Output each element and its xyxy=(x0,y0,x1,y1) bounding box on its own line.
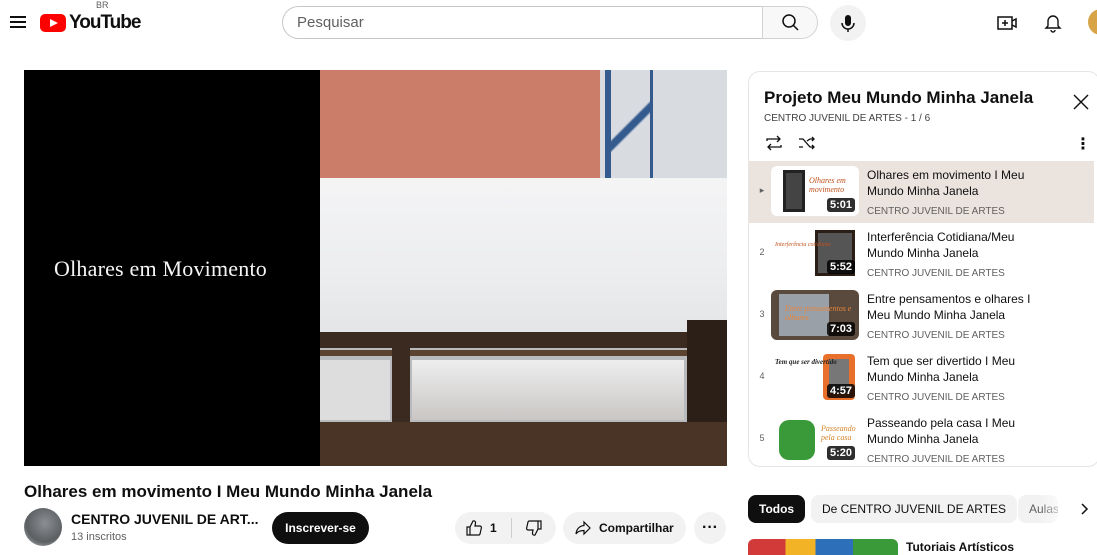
youtube-play-icon xyxy=(40,14,66,32)
thumbs-down-icon xyxy=(525,520,542,536)
loop-icon xyxy=(766,135,782,151)
logo-text: YouTube xyxy=(69,12,141,33)
more-actions-button[interactable]: ··· xyxy=(694,512,726,544)
thumbnail-text: Tem que ser divertido xyxy=(775,358,837,366)
country-code: BR xyxy=(96,0,109,10)
chips-next-button[interactable] xyxy=(1074,498,1094,520)
close-playlist-button[interactable] xyxy=(1071,92,1091,112)
search-button[interactable] xyxy=(762,6,818,39)
playlist-title[interactable]: Projeto Meu Mundo Minha Janela xyxy=(764,88,1033,108)
hamburger-menu-icon[interactable] xyxy=(8,10,30,32)
chip-from-channel[interactable]: De CENTRO JUVENIL DE ARTES xyxy=(811,495,1018,523)
chevron-right-icon xyxy=(1081,503,1089,515)
thumbnail-text: Entre pensamentos e olhares xyxy=(785,304,852,322)
youtube-logo[interactable]: YouTube xyxy=(40,12,141,34)
thumbnail-text: Olhares em movimento xyxy=(809,176,846,194)
playlist-item-channel: CENTRO JUVENIL DE ARTES xyxy=(867,206,1005,217)
video-title: Olhares em movimento I Meu Mundo Minha J… xyxy=(24,482,433,501)
duration-badge: 5:20 xyxy=(826,446,855,460)
playlist-panel: Projeto Meu Mundo Minha Janela CENTRO JU… xyxy=(748,71,1097,467)
playlist-item-channel: CENTRO JUVENIL DE ARTES xyxy=(867,454,1005,465)
duration-badge: 5:52 xyxy=(826,260,855,274)
channel-name[interactable]: CENTRO JUVENIL DE ART... xyxy=(71,511,258,527)
playlist-menu-icon[interactable]: ⋮ xyxy=(1075,134,1091,154)
playlist-thumbnail: Entre pensamentos e olhares 7:03 xyxy=(771,290,859,340)
recommendation-thumbnail[interactable] xyxy=(748,539,898,555)
shuffle-icon xyxy=(799,136,815,150)
video-player[interactable]: Olhares em Movimento xyxy=(24,70,727,466)
playlist-item-title: Olhares em movimento I Meu Mundo Minha J… xyxy=(867,168,1025,198)
microphone-icon xyxy=(841,15,855,32)
playlist-item[interactable]: ▸ Olhares em movimento 5:01 Olhares em m… xyxy=(749,161,1094,223)
playlist-item-channel: CENTRO JUVENIL DE ARTES xyxy=(867,330,1005,341)
playlist-item-title: Passeando pela casa I Meu Mundo Minha Ja… xyxy=(867,416,1016,446)
search-placeholder: Pesquisar xyxy=(297,14,364,31)
duration-badge: 5:01 xyxy=(826,198,855,212)
duration-badge: 7:03 xyxy=(826,322,855,336)
playlist-thumbnail: Interferência cotidiana 5:52 xyxy=(771,228,859,278)
playlist-item[interactable]: 4 Tem que ser divertido 4:57 Tem que ser… xyxy=(749,347,1094,409)
top-bar: YouTube BR Pesquisar xyxy=(0,0,1097,46)
now-playing-icon: ▸ xyxy=(759,185,765,195)
video-frame-window xyxy=(320,70,727,466)
search-input[interactable]: Pesquisar xyxy=(282,6,764,39)
playlist-item-index: 5 xyxy=(759,433,765,443)
bell-icon xyxy=(1044,15,1062,33)
like-button[interactable]: 1 xyxy=(455,512,511,544)
playlist-thumbnail: Tem que ser divertido 4:57 xyxy=(771,352,859,402)
dislike-button[interactable] xyxy=(512,512,556,544)
share-arrow-icon xyxy=(575,520,591,536)
subscribe-button[interactable]: Inscrever-se xyxy=(272,512,369,544)
playlist-item-title: Tem que ser divertido I Meu Mundo Minha … xyxy=(867,354,1016,384)
video-overlay-text: Olhares em Movimento xyxy=(54,256,267,281)
channel-avatar[interactable] xyxy=(24,508,62,546)
like-dislike-group: 1 xyxy=(455,512,556,544)
duration-badge: 4:57 xyxy=(826,384,855,398)
playlist-items: ▸ Olhares em movimento 5:01 Olhares em m… xyxy=(749,161,1097,466)
playlist-item[interactable]: 3 Entre pensamentos e olhares 7:03 Entre… xyxy=(749,285,1094,347)
notifications-button[interactable] xyxy=(1042,11,1064,33)
create-video-icon xyxy=(997,16,1017,30)
shuffle-button[interactable] xyxy=(797,135,817,151)
playlist-item-channel: CENTRO JUVENIL DE ARTES xyxy=(867,268,1005,279)
playlist-thumbnail: Olhares em movimento 5:01 xyxy=(771,166,859,216)
subscriber-count: 13 inscritos xyxy=(71,531,127,543)
loop-button[interactable] xyxy=(764,135,784,151)
playlist-item-index: 4 xyxy=(759,371,765,381)
playlist-thumbnail: Passeando pela casa 5:20 xyxy=(771,414,859,464)
chip-fade xyxy=(1040,492,1070,526)
playlist-item-index: 3 xyxy=(759,309,765,319)
chip-all[interactable]: Todos xyxy=(748,495,806,523)
share-button[interactable]: Compartilhar xyxy=(563,512,686,544)
create-button[interactable] xyxy=(996,12,1018,34)
thumbnail-text: Passeando pela casa xyxy=(821,424,856,442)
playlist-subtitle: CENTRO JUVENIL DE ARTES - 1 / 6 xyxy=(764,113,931,124)
share-label: Compartilhar xyxy=(599,521,674,535)
account-avatar[interactable] xyxy=(1088,9,1097,35)
playlist-item-channel: CENTRO JUVENIL DE ARTES xyxy=(867,392,1005,403)
playlist-item-index: 2 xyxy=(759,247,765,257)
like-count: 1 xyxy=(490,521,497,535)
thumbs-up-icon xyxy=(466,520,483,536)
voice-search-button[interactable] xyxy=(830,5,866,41)
playlist-item[interactable]: 5 Passeando pela casa 5:20 Passeando pel… xyxy=(749,409,1094,466)
recommendation-title[interactable]: Tutoriais Artísticos xyxy=(906,540,1014,554)
playlist-item-title: Interferência Cotidiana/Meu Mundo Minha … xyxy=(867,230,1015,260)
close-icon xyxy=(1073,94,1089,110)
thumbnail-text: Interferência cotidiana xyxy=(775,242,831,248)
playlist-item[interactable]: 2 Interferência cotidiana 5:52 Interferê… xyxy=(749,223,1094,285)
playlist-item-title: Entre pensamentos e olhares I Meu Mundo … xyxy=(867,292,1031,322)
search-icon xyxy=(782,14,799,31)
